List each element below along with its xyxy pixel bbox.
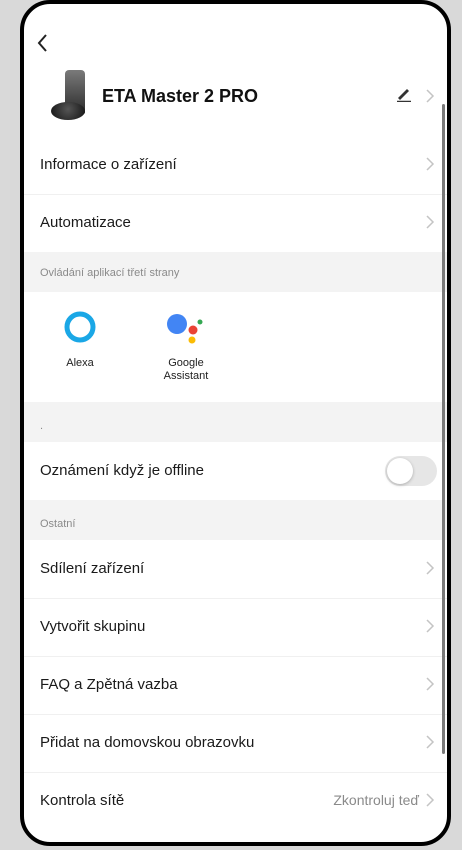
share-device-label: Sdílení zařízení (40, 560, 145, 577)
automation-row[interactable]: Automatizace (24, 194, 447, 252)
create-group-row[interactable]: Vytvořit skupinu (24, 598, 447, 657)
chevron-right-icon (426, 215, 435, 229)
google-assistant-item[interactable]: Google Assistant (146, 310, 226, 383)
toggle-knob (387, 458, 413, 484)
alexa-label: Alexa (66, 357, 94, 369)
automation-label: Automatizace (40, 214, 131, 231)
network-check-label: Kontrola sítě (40, 792, 125, 809)
network-check-row[interactable]: Kontrola sítě Zkontroluj teď (24, 772, 447, 830)
share-device-row[interactable]: Sdílení zařízení (24, 540, 447, 599)
third-party-apps: Alexa Google Assistant (24, 292, 447, 402)
alexa-item[interactable]: Alexa (52, 310, 108, 369)
third-party-section-header: Ovládání aplikací třetí strany (24, 252, 447, 292)
offline-notification-toggle[interactable] (385, 456, 437, 486)
chevron-left-icon (37, 34, 47, 52)
faq-row[interactable]: FAQ a Zpětná vazba (24, 656, 447, 715)
device-name: ETA Master 2 PRO (102, 86, 259, 106)
google-label-line1: Google (168, 357, 204, 369)
chevron-right-icon (426, 561, 435, 575)
chevron-right-icon (426, 89, 435, 103)
device-info-label: Informace o zařízení (40, 156, 177, 173)
chevron-right-icon (426, 735, 435, 749)
third-party-section-title: Ovládání aplikací třetí strany (40, 267, 180, 279)
network-check-value: Zkontroluj teď (333, 792, 419, 808)
other-section-title: Ostatní (40, 518, 76, 530)
chevron-right-icon (426, 619, 435, 633)
dot-section-title: . (40, 420, 44, 432)
chevron-right-icon (426, 793, 435, 807)
add-home-row[interactable]: Přidat na domovskou obrazovku (24, 714, 447, 773)
create-group-label: Vytvořit skupinu (40, 618, 146, 635)
offline-notification-row: Oznámení když je offline (24, 442, 447, 500)
google-label-line2: Assistant (163, 370, 209, 382)
scrollbar[interactable] (442, 104, 445, 754)
chevron-right-icon (426, 677, 435, 691)
edit-pencil-icon[interactable] (396, 86, 412, 102)
device-header[interactable]: ETA Master 2 PRO (24, 66, 447, 136)
dot-section-header: . (24, 402, 447, 442)
alexa-icon (64, 311, 96, 343)
offline-notification-label: Oznámení když je offline (40, 462, 204, 479)
google-assistant-icon (167, 314, 203, 344)
phone-screen: ETA Master 2 PRO Informace o zařízení Au… (20, 0, 451, 846)
chevron-right-icon (426, 157, 435, 171)
robot-vacuum-image (49, 70, 89, 124)
add-home-label: Přidat na domovskou obrazovku (40, 734, 255, 751)
back-button[interactable] (36, 32, 58, 62)
device-info-row[interactable]: Informace o zařízení (24, 136, 447, 195)
faq-label: FAQ a Zpětná vazba (40, 676, 178, 693)
other-section-header: Ostatní (24, 500, 447, 540)
